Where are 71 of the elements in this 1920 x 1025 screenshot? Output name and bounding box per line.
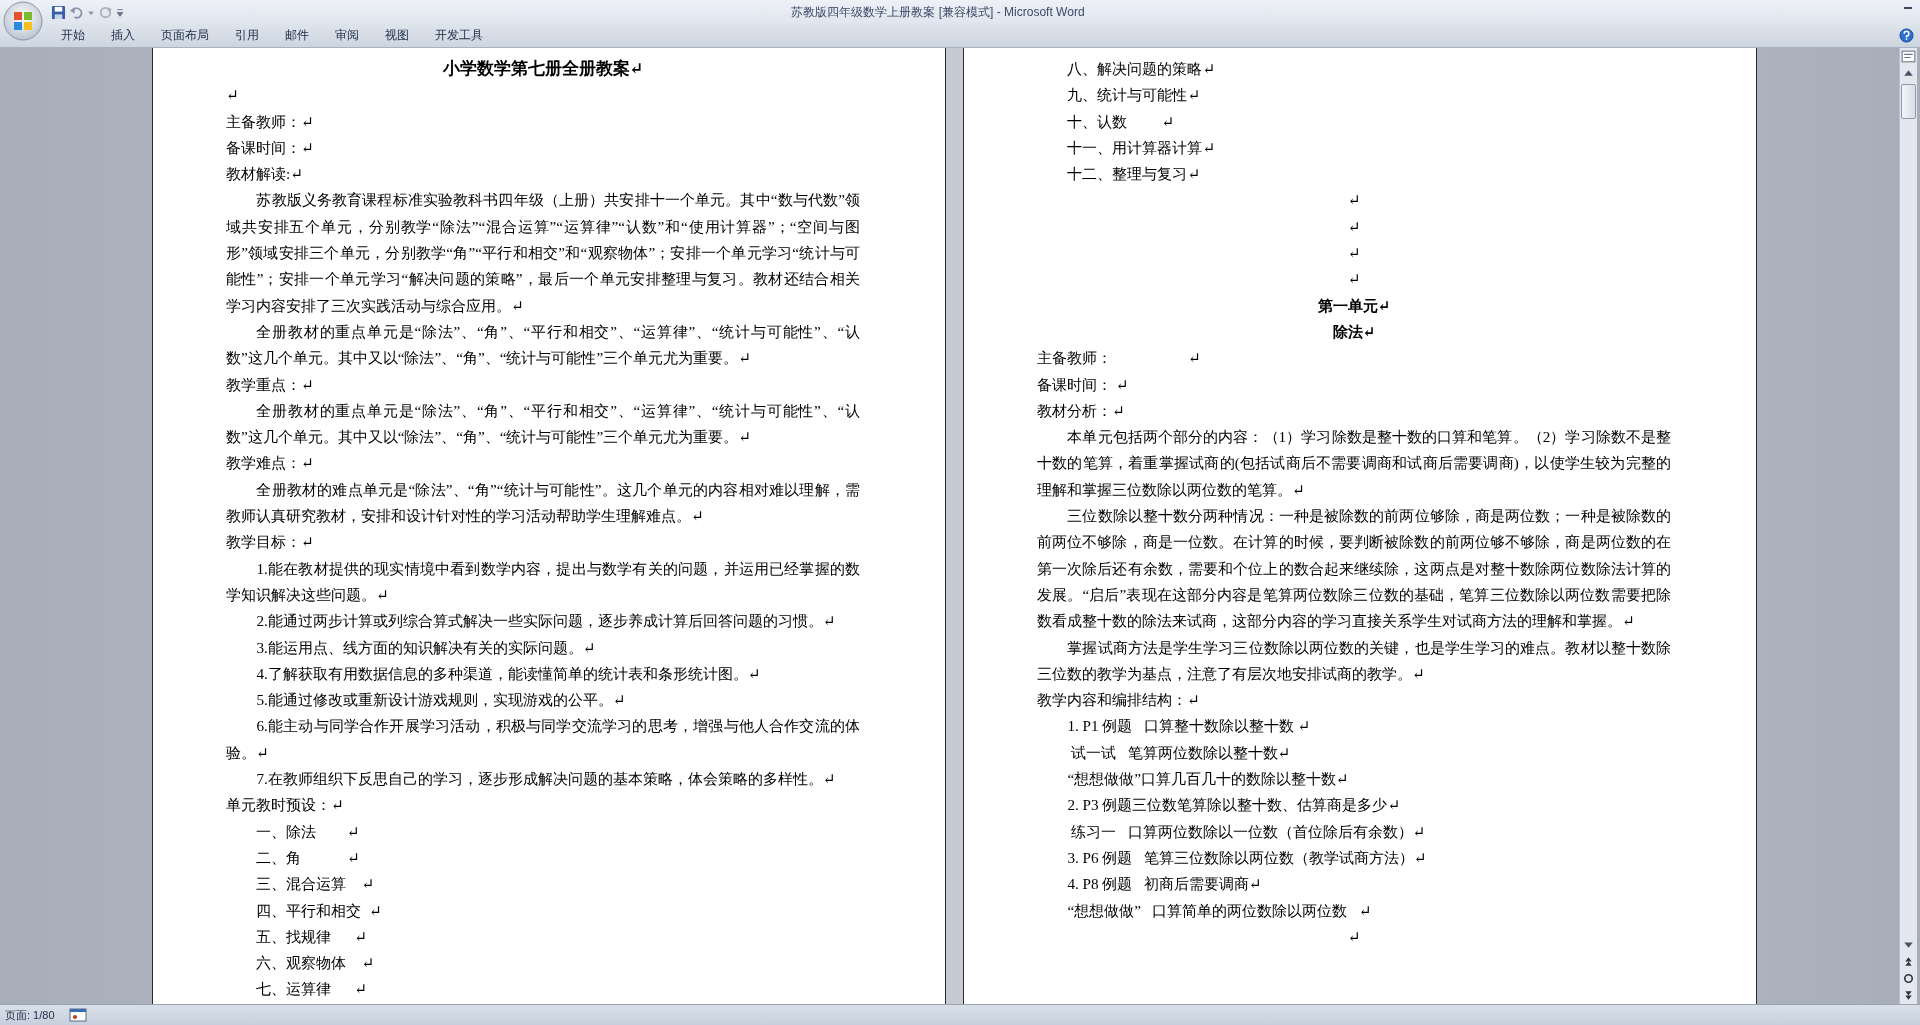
paragraph: 3.能运用点、线方面的知识解决有关的实际问题。↵ — [256, 638, 596, 656]
paragraph: 1.能在教材提供的现实情境中看到数学内容，提出与数学有关的问题，并运用已经掌握的数学知识解决这些问题。↵ — [226, 559, 860, 603]
paragraph: 全册教材的难点单元是“除法”、“角”“统计与可能性”。这几个单元的内容相对难以理解，需教师认真研究教材，安排和设计针对性的学习活动帮助学生理解难点。↵ — [226, 480, 860, 525]
paragraph: 备课时间： ↵ — [1037, 375, 1129, 393]
list-item: 十、认数 ↵ — [1067, 112, 1175, 130]
ribbon-tab[interactable]: 审阅 — [322, 27, 372, 44]
paragraph: ↵ — [226, 86, 239, 104]
ruler-icon[interactable] — [1900, 48, 1917, 65]
list-item: “想想做做” 口算简单的两位数除以两位数 ↵ — [1067, 901, 1372, 919]
list-item: 4. P8 例题 初商后需要调商↵ — [1067, 875, 1262, 893]
ribbon-tab[interactable]: 插入 — [98, 27, 148, 44]
list-item: 3. P6 例题 笔算三位数除以两位数（教学试商方法）↵ — [1067, 848, 1427, 866]
paragraph: 2.能通过两步计算或列综合算式解决一些实际问题，逐步养成计算后回答问题的习惯。↵ — [256, 612, 836, 630]
paragraph: 三位数除以整十数分两种情况：一种是被除数的前两位够除，商是两位数；一种是被除数的前两位不够除，商是一位数。在计算的时候，要判断被除数的前两位够不够除，商是两位数的在第一次除后还有余数，需要和个位上的数合起来继续除，这两点是对整十数除两位数除法计算的发展。“启后”表现在这部分内容是笔算两位数除三位数的基础，笔算三位数除以两位数需要把除数看成整十数的除法来试商，这部分内容的学习直接关系学生对试商方法的理解和掌握。↵ — [1037, 507, 1671, 630]
paragraph: 备课时间：↵ — [226, 138, 314, 156]
page-indicator[interactable]: 页面: 1/80 — [5, 1007, 55, 1023]
paragraph: 主备教师： ↵ — [1037, 349, 1201, 367]
document-title: 小学数学第七册全册教案↵ — [442, 59, 644, 78]
ribbon-tab[interactable]: 邮件 — [272, 27, 322, 44]
list-item: 二、角 ↵ — [256, 848, 360, 866]
list-item: 1. P1 例题 口算整十数除以整十数 ↵ — [1067, 717, 1311, 735]
ribbon-tab[interactable]: 开始 — [48, 27, 98, 44]
paragraph-mark: ↵ — [1347, 217, 1361, 235]
paragraph-mark: ↵ — [1347, 270, 1361, 288]
paragraph-mark: ↵ — [1347, 927, 1361, 945]
list-item: 九、统计与可能性↵ — [1067, 86, 1201, 104]
paragraph: 本单元包括两个部分的内容：（1）学习除数是整十数的口算和笔算。（2）学习除数不是整十数的笔算，着重掌握试商的(包括试商后不需要调商和试商后需要调商)，以使学生较为完整的理解和掌握三位数除以两位数的笔算。↵ — [1037, 428, 1671, 498]
paragraph: 教学难点：↵ — [226, 454, 314, 472]
paragraph: 教材分析：↵ — [1037, 401, 1125, 419]
paragraph: 教学重点：↵ — [226, 375, 314, 393]
paragraph: 教学内容和编排结构：↵ — [1037, 691, 1200, 709]
list-item: 八、解决问题的策略↵ — [1067, 60, 1216, 77]
paragraph: 全册教材的重点单元是“除法”、“角”、“平行和相交”、“运算律”、“统计与可能性”、“认数”这几个单元。其中又以“除法”、“角”、“统计与可能性”三个单元尤为重要。↵ — [226, 322, 860, 367]
paragraph: 6.能主动与同学合作开展学习活动，积极与同学交流学习的思考，增强与他人合作交流的体验。↵ — [226, 717, 860, 761]
paragraph: 苏教版义务教育课程标准实验教科书四年级（上册）共安排十一个单元。其中“数与代数”领域共安排五个单元，分别教学“除法”“混合运算”“运算律”“认数”和“使用计算器”；“空间与图形”领域安排三个单元，分别教学“角”“平行和相交”和“观察物体”；安排一个单元学习“统计与可能性”；安排一个单元学习“解决问题的策略”，最后一个单元安排整理与复习。教材还结合相关学习内容安排了三次实践活动与综合应用。↵ — [226, 191, 860, 314]
list-item: 2. P3 例题三位数笔算除以整十数、估算商是多少↵ — [1067, 796, 1401, 814]
window-title: 苏教版四年级数学上册教案 [兼容模式] - Microsoft Word — [790, 3, 1086, 21]
list-item: 五、找规律 ↵ — [256, 927, 367, 945]
paragraph: 全册教材的重点单元是“除法”、“角”、“平行和相交”、“运算律”、“统计与可能性”、“认数”这几个单元。其中又以“除法”、“角”、“统计与可能性”三个单元尤为重要。↵ — [226, 401, 860, 446]
macro-record-icon[interactable] — [68, 1008, 87, 1022]
list-item: 六、观察物体 ↵ — [256, 954, 375, 972]
paragraph: 5.能通过修改或重新设计游戏规则，实现游戏的公平。↵ — [256, 691, 626, 709]
ribbon-tab[interactable]: 引用 — [222, 27, 272, 44]
paragraph-mark: ↵ — [1347, 191, 1361, 209]
vertical-scrollbar[interactable] — [1899, 48, 1917, 1004]
list-item: 十一、用计算器计算↵ — [1067, 138, 1216, 156]
list-item: “想想做做”口算几百几十的数除以整十数↵ — [1067, 770, 1349, 787]
list-item: 试一试 笔算两位数除以整十数↵ — [1070, 743, 1291, 761]
paragraph-mark: ↵ — [1347, 244, 1361, 262]
list-item: 十二、整理与复习↵ — [1067, 165, 1201, 183]
paragraph: 教学目标：↵ — [226, 533, 314, 551]
help-icon[interactable] — [1899, 28, 1914, 43]
scrollbar-thumb[interactable] — [1901, 84, 1916, 119]
paragraph: 掌握试商方法是学生学习三位数除以两位数的关键，也是学生学习的难点。教材以整十数除三位数的教学为基点，注意了有层次地安排试商的教学。↵ — [1037, 638, 1671, 682]
paragraph: 4.了解获取有用数据信息的多种渠道，能读懂简单的统计表和条形统计图。↵ — [256, 664, 761, 682]
list-item: 一、除法 ↵ — [256, 822, 360, 840]
paragraph: 教材解读:↵ — [226, 165, 303, 183]
undo-icon[interactable] — [69, 4, 84, 20]
ribbon-tab[interactable]: 开发工具 — [422, 27, 496, 44]
list-item: 七、运算律 ↵ — [256, 980, 367, 998]
heading: 第一单元↵ — [1317, 296, 1391, 314]
list-item: 四、平行和相交 ↵ — [256, 901, 382, 919]
paragraph: 主备教师：↵ — [226, 112, 314, 130]
ribbon-tab[interactable]: 页面布局 — [148, 27, 222, 44]
ribbon-tab[interactable]: 视图 — [372, 27, 422, 44]
list-item: 练习一 口算两位数除以一位数（首位除后有余数）↵ — [1070, 822, 1426, 840]
paragraph: 单元教时预设：↵ — [226, 796, 344, 814]
paragraph: 7.在教师组织下反思自己的学习，逐步形成解决问题的基本策略，体会策略的多样性。↵ — [256, 770, 836, 787]
list-item: 三、混合运算 ↵ — [256, 875, 375, 893]
save-icon[interactable] — [51, 4, 66, 20]
heading: 除法↵ — [1332, 322, 1376, 340]
